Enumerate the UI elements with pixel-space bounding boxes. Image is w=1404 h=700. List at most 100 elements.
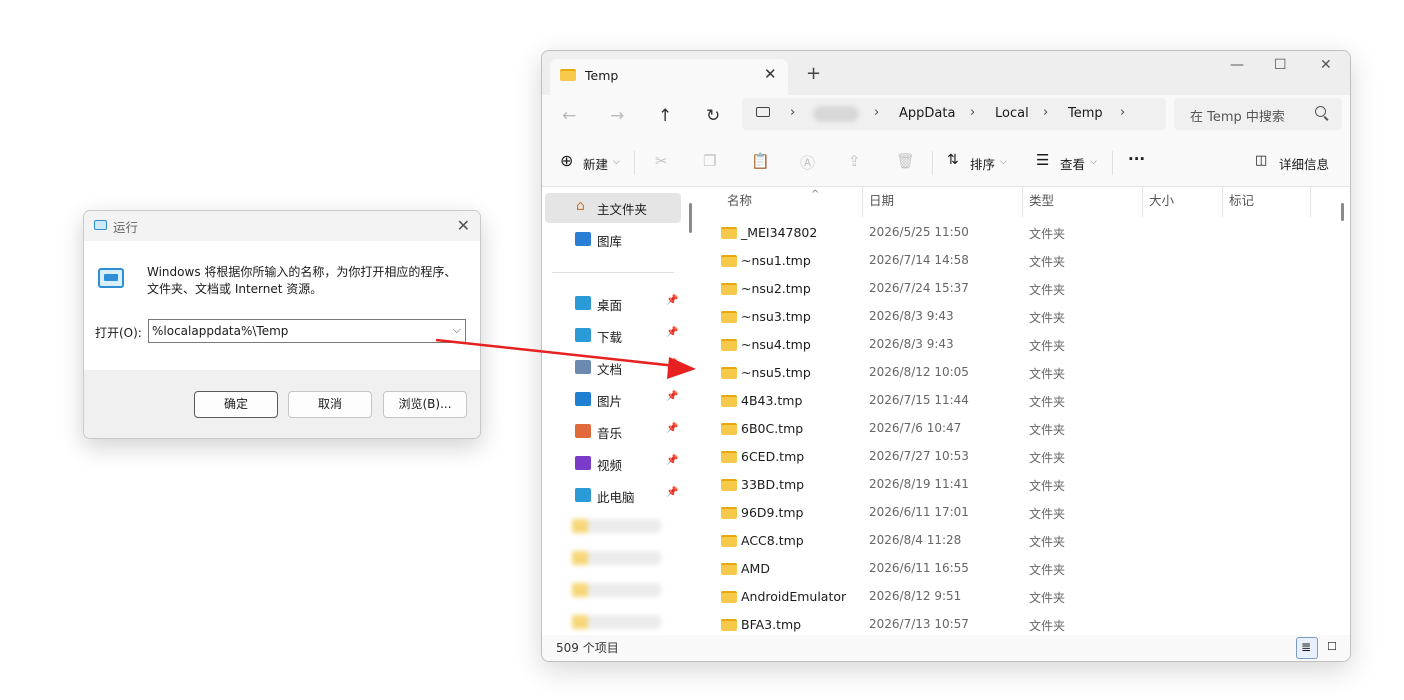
sidebar-item-redacted[interactable] xyxy=(572,551,662,565)
pin-icon[interactable]: 📌 xyxy=(666,455,678,466)
plus-icon[interactable]: ⊕ xyxy=(560,151,573,170)
file-name[interactable]: 6B0C.tmp xyxy=(741,421,803,436)
computer-icon[interactable] xyxy=(756,107,770,117)
file-row[interactable]: 4B43.tmp 2026/7/15 11:44 文件夹 xyxy=(698,387,1338,415)
file-name[interactable]: AndroidEmulator xyxy=(741,589,846,604)
back-icon[interactable]: ← xyxy=(562,106,576,126)
pin-icon[interactable]: 📌 xyxy=(666,423,678,434)
delete-icon[interactable]: 🗑 xyxy=(896,152,915,170)
breadcrumb-sep[interactable]: › xyxy=(1043,105,1048,120)
forward-icon[interactable]: → xyxy=(610,106,624,126)
open-input[interactable]: %localappdata%\Temp ⌵ xyxy=(148,319,466,343)
close-icon[interactable]: ✕ xyxy=(457,216,470,235)
sidebar-scrollbar[interactable] xyxy=(689,203,692,233)
column-header-type[interactable]: 类型 xyxy=(1023,187,1143,217)
chevron-down-icon[interactable]: ⌵ xyxy=(1000,157,1007,167)
file-name[interactable]: ~nsu4.tmp xyxy=(741,337,811,352)
pin-icon[interactable]: 📌 xyxy=(666,359,678,370)
window-close-icon[interactable]: ✕ xyxy=(1320,57,1332,73)
file-name[interactable]: ~nsu5.tmp xyxy=(741,365,811,380)
file-name[interactable]: 6CED.tmp xyxy=(741,449,804,464)
new-tab-button[interactable]: + xyxy=(806,63,821,84)
rename-icon[interactable]: Ⓐ xyxy=(800,152,815,173)
sidebar-item-redacted[interactable] xyxy=(572,615,662,629)
column-header-name[interactable]: 名称 ^ xyxy=(721,187,863,217)
file-name[interactable]: 96D9.tmp xyxy=(741,505,803,520)
sidebar-item-home[interactable]: ⌂ 主文件夹 xyxy=(545,193,681,223)
share-icon[interactable]: ⇪ xyxy=(848,152,861,170)
sidebar-item-gallery[interactable]: 图库 xyxy=(545,225,681,255)
sidebar-item-redacted[interactable] xyxy=(572,519,662,533)
column-header-size[interactable]: 大小 xyxy=(1143,187,1223,217)
file-row[interactable]: AMD 2026/6/11 16:55 文件夹 xyxy=(698,555,1338,583)
more-icon[interactable]: ··· xyxy=(1128,150,1145,168)
pin-icon[interactable]: 📌 xyxy=(666,327,678,338)
chevron-down-icon[interactable]: ⌵ xyxy=(1090,157,1097,167)
minimize-icon[interactable]: — xyxy=(1230,57,1244,73)
breadcrumb-appdata[interactable]: AppData xyxy=(899,106,955,121)
breadcrumb-user-redacted[interactable] xyxy=(813,106,859,122)
breadcrumb-local[interactable]: Local xyxy=(995,106,1029,121)
file-name[interactable]: 4B43.tmp xyxy=(741,393,802,408)
file-name[interactable]: BFA3.tmp xyxy=(741,617,801,632)
column-header-date[interactable]: 日期 xyxy=(863,187,1023,217)
file-row[interactable]: ~nsu1.tmp 2026/7/14 14:58 文件夹 xyxy=(698,247,1338,275)
copy-icon[interactable]: ❐ xyxy=(703,152,716,170)
column-header-tags[interactable]: 标记 xyxy=(1223,187,1311,217)
file-row[interactable]: ~nsu4.tmp 2026/8/3 9:43 文件夹 xyxy=(698,331,1338,359)
chevron-down-icon[interactable]: ⌵ xyxy=(453,323,461,337)
file-row[interactable]: ~nsu3.tmp 2026/8/3 9:43 文件夹 xyxy=(698,303,1338,331)
chevron-down-icon[interactable]: ⌵ xyxy=(613,157,620,167)
file-name[interactable]: 33BD.tmp xyxy=(741,477,804,492)
pin-icon[interactable]: 📌 xyxy=(666,487,678,498)
details-pane-icon[interactable]: ◫ xyxy=(1255,153,1267,168)
file-name[interactable]: AMD xyxy=(741,561,770,576)
search-placeholder[interactable]: 在 Temp 中搜索 xyxy=(1190,106,1285,125)
refresh-icon[interactable]: ↻ xyxy=(706,106,720,126)
sidebar-item-pinned[interactable]: 桌面 📌 xyxy=(545,289,681,319)
search-icon[interactable] xyxy=(1315,106,1326,117)
details-view-button[interactable]: ≣ xyxy=(1296,637,1318,659)
cancel-button[interactable]: 取消 xyxy=(288,391,372,418)
pin-icon[interactable]: 📌 xyxy=(666,391,678,402)
file-row[interactable]: 6B0C.tmp 2026/7/6 10:47 文件夹 xyxy=(698,415,1338,443)
breadcrumb-sep[interactable]: › xyxy=(790,105,795,120)
sidebar-item-pinned[interactable]: 音乐 📌 xyxy=(545,417,681,447)
tiles-view-button[interactable]: ☐ xyxy=(1322,637,1344,659)
breadcrumb-sep[interactable]: › xyxy=(874,105,879,120)
details-button[interactable]: 详细信息 xyxy=(1279,154,1329,173)
file-row[interactable]: AndroidEmulator 2026/8/12 9:51 文件夹 xyxy=(698,583,1338,611)
sort-button[interactable]: 排序 xyxy=(970,154,995,173)
sidebar-item-pinned[interactable]: 文档 📌 xyxy=(545,353,681,383)
ok-button[interactable]: 确定 xyxy=(194,391,278,418)
cut-icon[interactable]: ✂ xyxy=(655,152,668,170)
file-list-scrollbar[interactable] xyxy=(1341,203,1344,221)
paste-icon[interactable]: 📋 xyxy=(751,152,770,170)
browse-button[interactable]: 浏览(B)... xyxy=(383,391,467,418)
file-row[interactable]: 6CED.tmp 2026/7/27 10:53 文件夹 xyxy=(698,443,1338,471)
sidebar-item-pinned[interactable]: 下载 📌 xyxy=(545,321,681,351)
up-icon[interactable]: ↑ xyxy=(658,106,672,126)
sidebar-item-pinned[interactable]: 图片 📌 xyxy=(545,385,681,415)
file-row[interactable]: ACC8.tmp 2026/8/4 11:28 文件夹 xyxy=(698,527,1338,555)
sidebar-item-redacted[interactable] xyxy=(572,583,662,597)
view-button[interactable]: 查看 xyxy=(1060,154,1085,173)
breadcrumb[interactable]: › › AppData › Local › Temp › xyxy=(742,98,1166,130)
breadcrumb-temp[interactable]: Temp xyxy=(1068,106,1103,121)
sidebar-item-pinned[interactable]: 视频 📌 xyxy=(545,449,681,479)
file-row[interactable]: ~nsu5.tmp 2026/8/12 10:05 文件夹 xyxy=(698,359,1338,387)
file-row[interactable]: ~nsu2.tmp 2026/7/24 15:37 文件夹 xyxy=(698,275,1338,303)
tab-temp[interactable]: Temp ✕ xyxy=(550,59,788,95)
file-row[interactable]: _MEI347802 2026/5/25 11:50 文件夹 xyxy=(698,219,1338,247)
new-button[interactable]: 新建 xyxy=(583,154,608,173)
view-icon[interactable]: ☰ xyxy=(1036,151,1049,169)
tab-close-icon[interactable]: ✕ xyxy=(764,65,777,83)
open-input-value[interactable]: %localappdata%\Temp xyxy=(152,324,288,338)
sidebar-item-pinned[interactable]: 此电脑 📌 xyxy=(545,481,681,511)
file-name[interactable]: ~nsu1.tmp xyxy=(741,253,811,268)
file-row[interactable]: 96D9.tmp 2026/6/11 17:01 文件夹 xyxy=(698,499,1338,527)
maximize-icon[interactable]: ☐ xyxy=(1274,57,1287,73)
file-name[interactable]: ~nsu2.tmp xyxy=(741,281,811,296)
sort-icon[interactable]: ⇅ xyxy=(947,152,959,168)
file-row[interactable]: 33BD.tmp 2026/8/19 11:41 文件夹 xyxy=(698,471,1338,499)
